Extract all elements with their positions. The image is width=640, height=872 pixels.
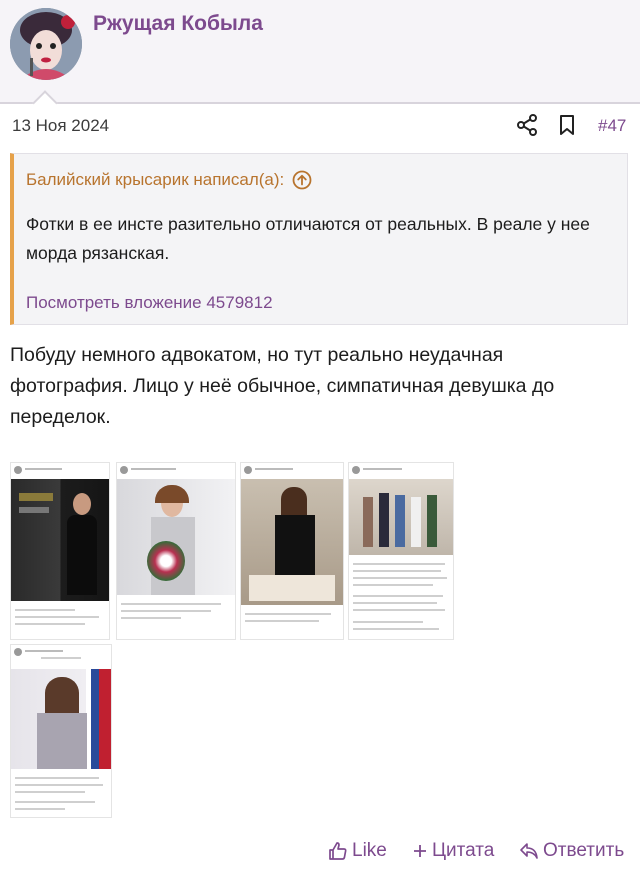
- attachment-thumb-5[interactable]: [10, 644, 112, 818]
- attachment-thumb-2[interactable]: [116, 462, 236, 640]
- post-body: Побуду немного адвокатом, но тут реально…: [10, 344, 555, 428]
- post-date[interactable]: 13 Ноя 2024: [12, 116, 109, 136]
- attachment-thumb-1[interactable]: [10, 462, 110, 640]
- reply-icon: [520, 843, 538, 859]
- attachment-link[interactable]: Посмотреть вложение 4579812: [26, 293, 273, 313]
- arrow-up-circle-icon[interactable]: [292, 170, 312, 190]
- quote-label: Цитата: [432, 840, 495, 861]
- attachment-thumb-3[interactable]: [240, 462, 344, 640]
- reply-button[interactable]: Ответить: [519, 840, 624, 862]
- username[interactable]: Ржущая Кобыла: [93, 12, 263, 36]
- reply-label: Ответить: [543, 840, 625, 861]
- quote-author[interactable]: Балийский крысарик написал(а):: [26, 170, 284, 190]
- like-label: Like: [352, 840, 387, 861]
- avatar[interactable]: [10, 8, 82, 80]
- quote-block: Балийский крысарик написал(а): Фотки в е…: [10, 153, 628, 325]
- attachment-thumb-4[interactable]: [348, 462, 454, 640]
- like-button[interactable]: Like: [328, 840, 387, 862]
- post-number[interactable]: #47: [598, 116, 626, 136]
- post-header: Ржущая Кобыла: [0, 0, 640, 102]
- header-divider: [0, 102, 640, 104]
- thumbs-up-icon: [329, 842, 347, 860]
- bookmark-icon[interactable]: [557, 114, 577, 136]
- share-icon[interactable]: [516, 114, 538, 136]
- quote-text: Фотки в ее инсте разительно отличаются о…: [26, 214, 590, 263]
- quote-header[interactable]: Балийский крысарик написал(а):: [26, 170, 312, 190]
- plus-icon: [414, 845, 426, 857]
- quote-button[interactable]: Цитата: [412, 840, 494, 862]
